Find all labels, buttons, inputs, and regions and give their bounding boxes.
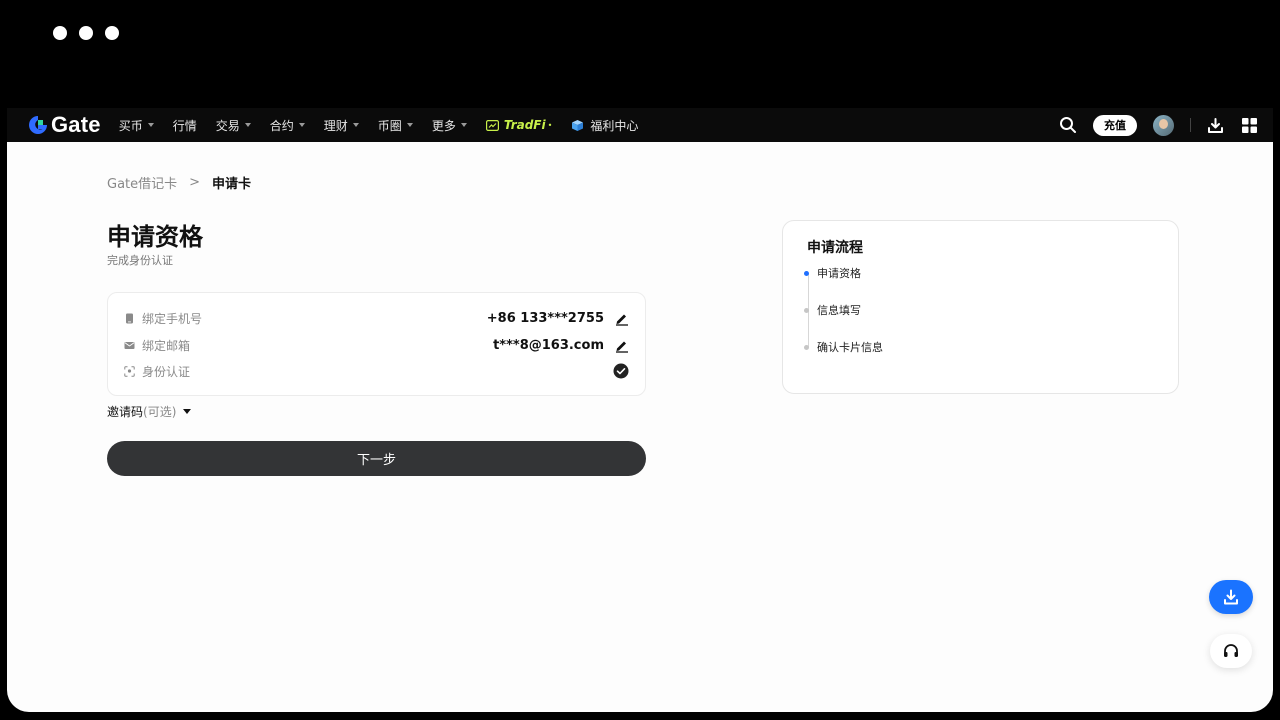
step-dot-active <box>804 270 809 276</box>
step-label: 申请资格 <box>817 267 861 280</box>
download-icon[interactable] <box>1207 117 1224 134</box>
window-dot[interactable] <box>53 26 67 40</box>
gate-logo[interactable]: Gate <box>27 108 101 142</box>
edit-email-icon[interactable] <box>614 338 629 353</box>
nav-item-label: 行情 <box>172 118 197 133</box>
phone-value: +86 133***2755 <box>486 310 604 326</box>
download-icon <box>1224 589 1238 605</box>
step-item: 确认卡片信息 <box>803 339 883 355</box>
nav-item-tradfi[interactable]: TradFi • <box>485 118 553 132</box>
top-nav: Gate 买币 行情 交易 合约 理财 币圈 更多 TradFi • 福利中心 … <box>7 108 1273 142</box>
chevron-down-icon <box>352 123 359 127</box>
step-item: 申请资格 <box>803 265 861 281</box>
step-label: 确认卡片信息 <box>817 341 883 354</box>
process-title: 申请流程 <box>807 240 863 256</box>
apps-grid-icon[interactable] <box>1242 117 1257 133</box>
headset-icon <box>1224 644 1238 657</box>
nav-divider <box>1190 118 1191 132</box>
nav-item-markets[interactable]: 行情 <box>173 117 197 134</box>
nav-item-label: 交易 <box>215 118 240 133</box>
nav-item-label: 更多 <box>431 118 456 133</box>
edit-phone-icon[interactable] <box>614 311 629 326</box>
nav-item-buy-crypto[interactable]: 买币 <box>119 117 154 134</box>
verification-card: 绑定手机号 +86 133***2755 绑定邮箱 t***8@163.com <box>107 292 646 396</box>
welfare-label: 福利中心 <box>590 118 639 133</box>
topup-button[interactable]: 充值 <box>1093 114 1137 136</box>
nav-item-label: 合约 <box>269 118 294 133</box>
phone-icon <box>126 313 133 323</box>
nav-item-trade[interactable]: 交易 <box>216 117 251 134</box>
invite-code-label: 邀请码 <box>107 405 144 419</box>
nav-item-label: 币圈 <box>377 118 402 133</box>
identity-label: 身份认证 <box>142 364 191 379</box>
breadcrumb-current: 申请卡 <box>212 177 252 192</box>
page-title: 申请资格 <box>107 223 203 251</box>
sparkle-icon: • <box>547 120 553 130</box>
gift-box-icon <box>572 119 584 131</box>
nav-item-welfare-center[interactable]: 福利中心 <box>571 117 638 134</box>
chevron-down-icon <box>298 123 305 127</box>
nav-item-more[interactable]: 更多 <box>432 117 467 134</box>
chevron-down-icon <box>147 123 154 127</box>
nav-item-label: 买币 <box>118 118 143 133</box>
search-icon[interactable] <box>1059 116 1077 134</box>
face-scan-icon <box>124 365 135 377</box>
chevron-down-icon <box>460 123 467 127</box>
page-subtitle: 完成身份认证 <box>107 254 173 267</box>
tradfi-label: TradFi <box>503 118 546 132</box>
verified-check-icon <box>613 363 629 379</box>
email-row: 绑定邮箱 t***8@163.com <box>124 335 629 355</box>
nav-item-label: 理财 <box>323 118 348 133</box>
nav-menu: 买币 行情 交易 合约 理财 币圈 更多 TradFi • 福利中心 <box>119 117 658 134</box>
email-value: t***8@163.com <box>493 337 604 353</box>
step-item: 信息填写 <box>803 302 861 318</box>
phone-label: 绑定手机号 <box>142 311 203 326</box>
breadcrumb-separator: > <box>189 175 201 190</box>
step-dot <box>804 307 809 313</box>
invite-code-optional: (可选) <box>143 405 177 419</box>
identity-row: 身份认证 <box>124 361 629 381</box>
window-dot[interactable] <box>79 26 93 40</box>
browser-viewport: Gate 买币 行情 交易 合约 理财 币圈 更多 TradFi • 福利中心 … <box>7 108 1273 712</box>
device-frame: Gate 买币 行情 交易 合约 理财 币圈 更多 TradFi • 福利中心 … <box>0 0 1280 720</box>
avatar[interactable] <box>1153 114 1174 136</box>
chevron-down-icon <box>406 123 413 127</box>
application-process-card: 申请流程 申请资格 信息填写 确认卡片信息 <box>782 220 1179 394</box>
window-controls <box>53 26 119 40</box>
chevron-down-icon <box>244 123 251 127</box>
phone-row: 绑定手机号 +86 133***2755 <box>124 308 629 328</box>
tradfi-chart-icon <box>485 119 499 131</box>
nav-item-community[interactable]: 币圈 <box>378 117 413 134</box>
email-label: 绑定邮箱 <box>142 338 191 353</box>
nav-actions: 充值 <box>1059 108 1257 142</box>
invite-code-toggle[interactable]: 邀请码 (可选) <box>107 403 192 420</box>
email-icon <box>124 341 135 349</box>
caret-down-icon <box>183 409 192 414</box>
nav-item-futures[interactable]: 合约 <box>270 117 305 134</box>
gate-logo-icon <box>29 116 47 134</box>
breadcrumb: Gate借记卡 > 申请卡 <box>107 173 251 192</box>
window-dot[interactable] <box>105 26 119 40</box>
floating-download-button[interactable] <box>1209 580 1253 614</box>
breadcrumb-debit-card[interactable]: Gate借记卡 <box>107 173 177 192</box>
floating-support-button[interactable] <box>1210 634 1252 668</box>
step-dot <box>804 344 809 350</box>
logo-text: Gate <box>51 112 101 137</box>
nav-item-earn[interactable]: 理财 <box>324 117 359 134</box>
step-label: 信息填写 <box>817 304 861 317</box>
next-step-button[interactable]: 下一步 <box>107 441 646 476</box>
